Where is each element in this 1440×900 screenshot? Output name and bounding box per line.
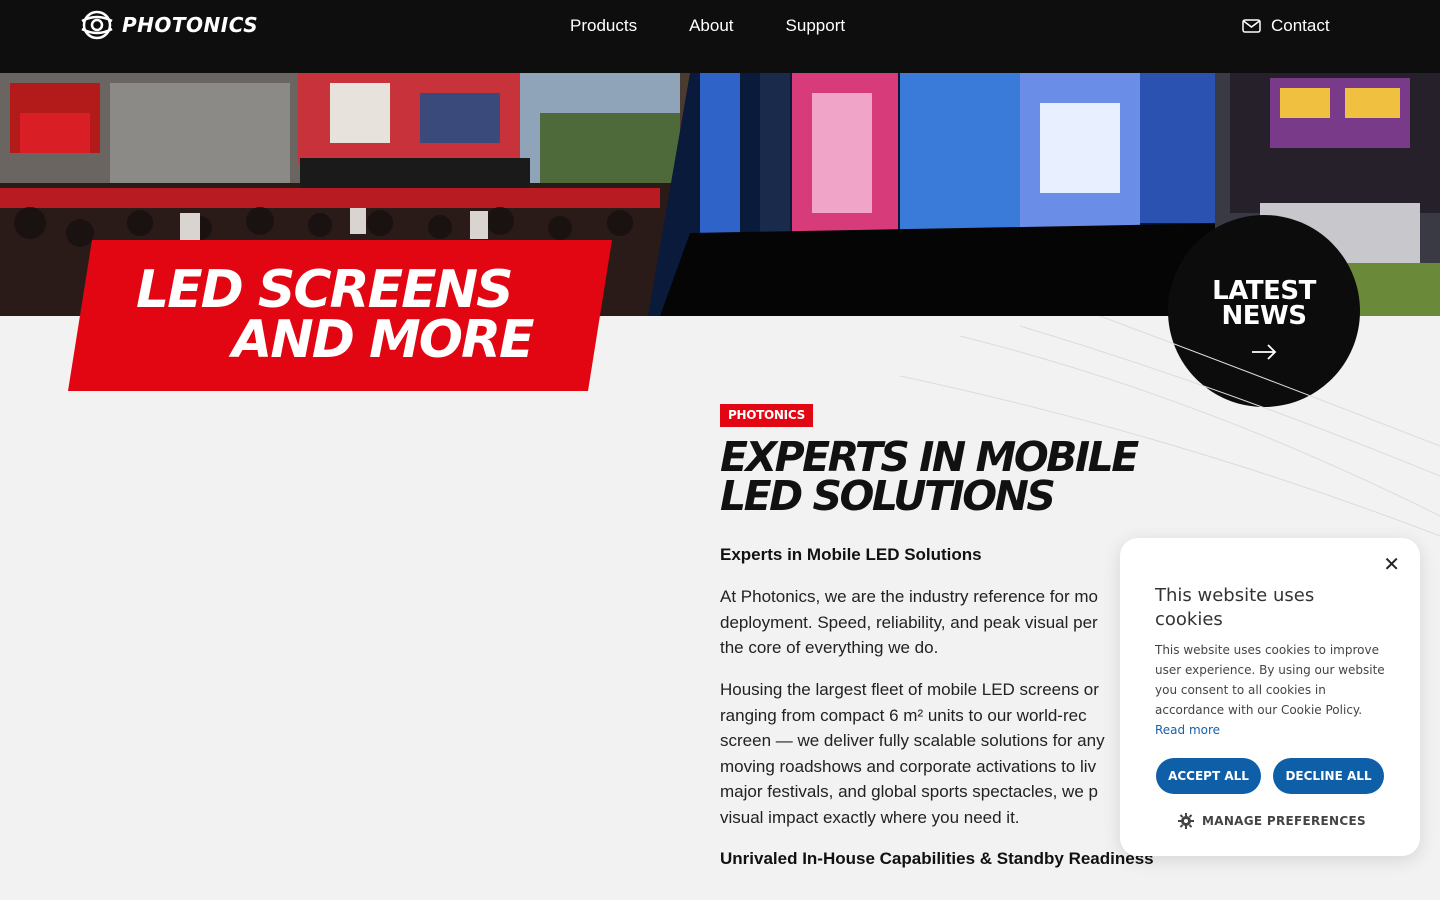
fleet-paragraph: Housing the largest fleet of mobile LED … (720, 680, 1105, 827)
contact-link[interactable]: Contact (1242, 16, 1330, 36)
accept-all-button[interactable]: ACCEPT ALL (1156, 758, 1261, 794)
gear-icon (1178, 813, 1194, 829)
section-subheading: Experts in Mobile LED Solutions (720, 545, 982, 564)
intro-paragraph: At Photonics, we are the industry refere… (720, 587, 1098, 657)
nav-about[interactable]: About (689, 16, 733, 36)
contact-label: Contact (1271, 16, 1330, 35)
mail-icon (1242, 19, 1261, 33)
decline-all-button[interactable]: DECLINE ALL (1273, 758, 1384, 794)
logo-icon (81, 10, 113, 40)
capabilities-subheading: Unrivaled In-House Capabilities & Standb… (720, 849, 1154, 868)
page-heading: EXPERTS IN MOBILE LED SOLUTIONS (720, 433, 1139, 520)
cookie-consent-dialog: ✕ This website uses cookies This website… (1120, 538, 1420, 856)
brand-tag: PHOTONICS (720, 404, 813, 427)
site-logo[interactable]: PHOTONICS (80, 9, 258, 41)
close-icon[interactable]: ✕ (1383, 552, 1400, 576)
banner-line-1: LED SCREENS (136, 260, 514, 320)
top-navigation-bar: PHOTONICS Products About Support Contact (0, 0, 1440, 73)
nav-products[interactable]: Products (570, 16, 637, 36)
manage-preferences-button[interactable]: MANAGE PREFERENCES (1178, 813, 1366, 829)
main-nav: Products About Support (570, 16, 845, 36)
banner-line-2: AND MORE (232, 310, 535, 370)
cookie-body: This website uses cookies to improve use… (1155, 643, 1385, 737)
nav-support[interactable]: Support (786, 16, 846, 36)
cookie-title: This website uses cookies (1155, 585, 1315, 630)
logo-text: PHOTONICS (122, 13, 259, 37)
read-more-link[interactable]: Read more (1155, 723, 1220, 737)
hero-banner: LED SCREENS AND MORE (68, 240, 612, 391)
